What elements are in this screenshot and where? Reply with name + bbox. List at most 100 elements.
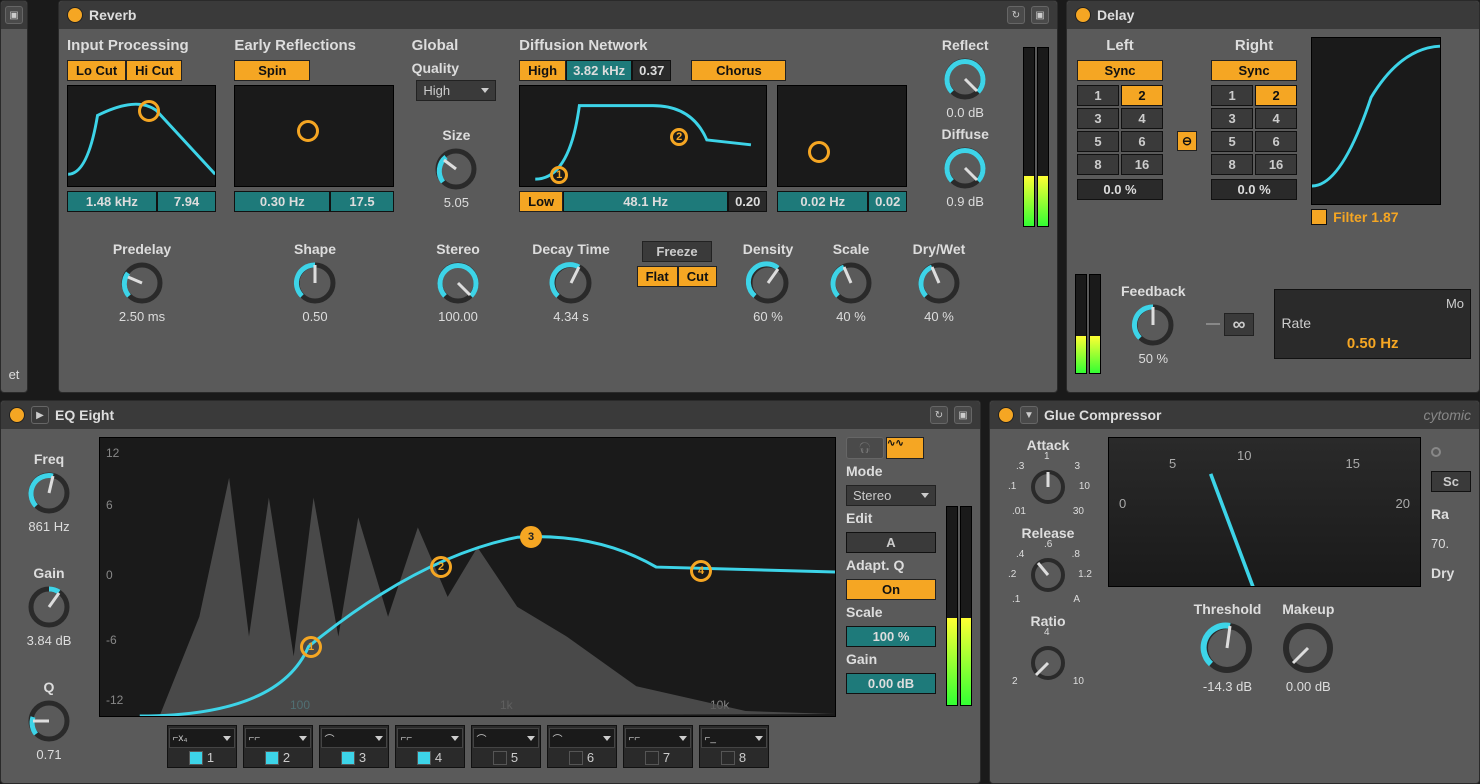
band-selector-5[interactable]: ⌒5 (471, 725, 541, 768)
reflect-knob[interactable] (943, 57, 987, 101)
spin-display[interactable] (234, 85, 393, 187)
headphone-icon[interactable]: 🎧 (846, 437, 884, 459)
delay-filter-display[interactable] (1311, 37, 1441, 205)
rate-value[interactable]: 0.50 Hz (1281, 335, 1464, 352)
diff-high-q[interactable]: 0.37 (632, 60, 671, 81)
left-sync-toggle[interactable]: Sync (1077, 60, 1163, 81)
input-filter-display[interactable] (67, 85, 216, 187)
save-icon[interactable]: ▣ (954, 406, 972, 424)
infinity-toggle[interactable]: ∞ (1224, 313, 1255, 336)
freq-knob[interactable] (27, 471, 71, 515)
flat-toggle[interactable]: Flat (637, 266, 678, 287)
left-beat-1[interactable]: 1 (1077, 85, 1119, 106)
device-enable[interactable] (998, 407, 1014, 423)
gain-knob[interactable] (27, 585, 71, 629)
spin-amount[interactable]: 17.5 (330, 191, 393, 212)
scale-value[interactable]: 100 % (846, 626, 936, 647)
band-selector-6[interactable]: ⌒6 (547, 725, 617, 768)
chorus-toggle[interactable]: Chorus (691, 60, 786, 81)
diffuse-knob[interactable] (943, 146, 987, 190)
freeze-toggle[interactable]: Freeze (642, 241, 712, 262)
band-selector-7[interactable]: ⌐⌐7 (623, 725, 693, 768)
decay-knob[interactable] (549, 261, 593, 305)
refresh-icon[interactable]: ↻ (930, 406, 948, 424)
right-beat-16[interactable]: 16 (1255, 154, 1297, 175)
ratio-knob[interactable] (1026, 641, 1070, 685)
filter-value[interactable]: 1.87 (1367, 209, 1398, 225)
stereo-knob[interactable] (436, 261, 480, 305)
hi-cut-toggle[interactable]: Hi Cut (126, 60, 182, 81)
save-icon[interactable]: ▣ (5, 6, 23, 24)
band-selector-2[interactable]: ⌐⌐2 (243, 725, 313, 768)
device-enable[interactable] (67, 7, 83, 23)
analyzer-toggle[interactable]: ∿∿ (886, 437, 924, 459)
diff-high-toggle[interactable]: High (519, 60, 566, 81)
sc-button[interactable]: Sc (1431, 471, 1471, 492)
level-meter (946, 506, 958, 706)
band-selector-4[interactable]: ⌐⌐4 (395, 725, 465, 768)
left-beat-3[interactable]: 3 (1077, 108, 1119, 129)
left-beat-8[interactable]: 8 (1077, 154, 1119, 175)
chorus-amt[interactable]: 0.02 (868, 191, 907, 212)
right-beat-2[interactable]: 2 (1255, 85, 1297, 106)
scale-knob[interactable] (829, 261, 873, 305)
band-selector-8[interactable]: ⌐_8 (699, 725, 769, 768)
device-enable[interactable] (1075, 7, 1091, 23)
link-channels-icon[interactable]: ⊖ (1177, 131, 1197, 151)
right-offset[interactable]: 0.0 % (1211, 179, 1297, 200)
right-beat-3[interactable]: 3 (1211, 108, 1253, 129)
left-offset[interactable]: 0.0 % (1077, 179, 1163, 200)
mode-dropdown[interactable]: Stereo (846, 485, 936, 506)
feedback-knob[interactable] (1131, 303, 1175, 347)
spin-toggle[interactable]: Spin (234, 60, 310, 81)
density-knob[interactable] (746, 261, 790, 305)
save-icon[interactable]: ▣ (1031, 6, 1049, 24)
diff-filter-display[interactable]: 1 2 (519, 85, 767, 187)
expand-icon[interactable]: ▶ (31, 406, 49, 424)
size-knob[interactable] (434, 147, 478, 191)
spin-freq[interactable]: 0.30 Hz (234, 191, 330, 212)
attack-knob[interactable] (1026, 465, 1070, 509)
diff-low-freq[interactable]: 48.1 Hz (563, 191, 728, 212)
left-beat-2[interactable]: 2 (1121, 85, 1163, 106)
diff-low-q[interactable]: 0.20 (728, 191, 767, 212)
q-knob[interactable] (27, 699, 71, 743)
left-beat-16[interactable]: 16 (1121, 154, 1163, 175)
collapse-icon[interactable]: ▼ (1020, 406, 1038, 424)
chorus-display[interactable] (777, 85, 907, 187)
input-q[interactable]: 7.94 (157, 191, 217, 212)
left-beat-5[interactable]: 5 (1077, 131, 1119, 152)
diff-high-freq[interactable]: 3.82 kHz (566, 60, 632, 81)
quality-dropdown[interactable]: High (416, 80, 496, 101)
eq-spectrum-display[interactable]: 12 6 0 -6 -12 100 1k 10k 1 2 3 4 (99, 437, 836, 717)
right-beat-4[interactable]: 4 (1255, 108, 1297, 129)
brand-label: cytomic (1424, 407, 1471, 423)
predelay-knob[interactable] (120, 261, 164, 305)
right-sync-toggle[interactable]: Sync (1211, 60, 1297, 81)
adaptq-toggle[interactable]: On (846, 579, 936, 600)
right-beat-5[interactable]: 5 (1211, 131, 1253, 152)
right-beat-1[interactable]: 1 (1211, 85, 1253, 106)
left-beat-6[interactable]: 6 (1121, 131, 1163, 152)
right-beat-6[interactable]: 6 (1255, 131, 1297, 152)
drywet-knob[interactable] (917, 261, 961, 305)
lo-cut-toggle[interactable]: Lo Cut (67, 60, 126, 81)
release-knob[interactable] (1026, 553, 1070, 597)
edit-channel[interactable]: A (846, 532, 936, 553)
shape-knob[interactable] (293, 261, 337, 305)
chorus-freq[interactable]: 0.02 Hz (777, 191, 868, 212)
makeup-knob[interactable] (1281, 621, 1335, 675)
refresh-icon[interactable]: ↻ (1007, 6, 1025, 24)
diff-low-toggle[interactable]: Low (519, 191, 563, 212)
device-enable[interactable] (9, 407, 25, 423)
band-selector-1[interactable]: ⌐x₄1 (167, 725, 237, 768)
left-beat-4[interactable]: 4 (1121, 108, 1163, 129)
band-selector-3[interactable]: ⌒3 (319, 725, 389, 768)
out-gain-value[interactable]: 0.00 dB (846, 673, 936, 694)
filter-enable[interactable] (1311, 209, 1327, 225)
right-beat-8[interactable]: 8 (1211, 154, 1253, 175)
input-freq[interactable]: 1.48 kHz (67, 191, 157, 212)
cut-toggle[interactable]: Cut (678, 266, 718, 287)
threshold-knob[interactable] (1200, 621, 1254, 675)
predelay-value: 2.50 ms (119, 309, 165, 324)
